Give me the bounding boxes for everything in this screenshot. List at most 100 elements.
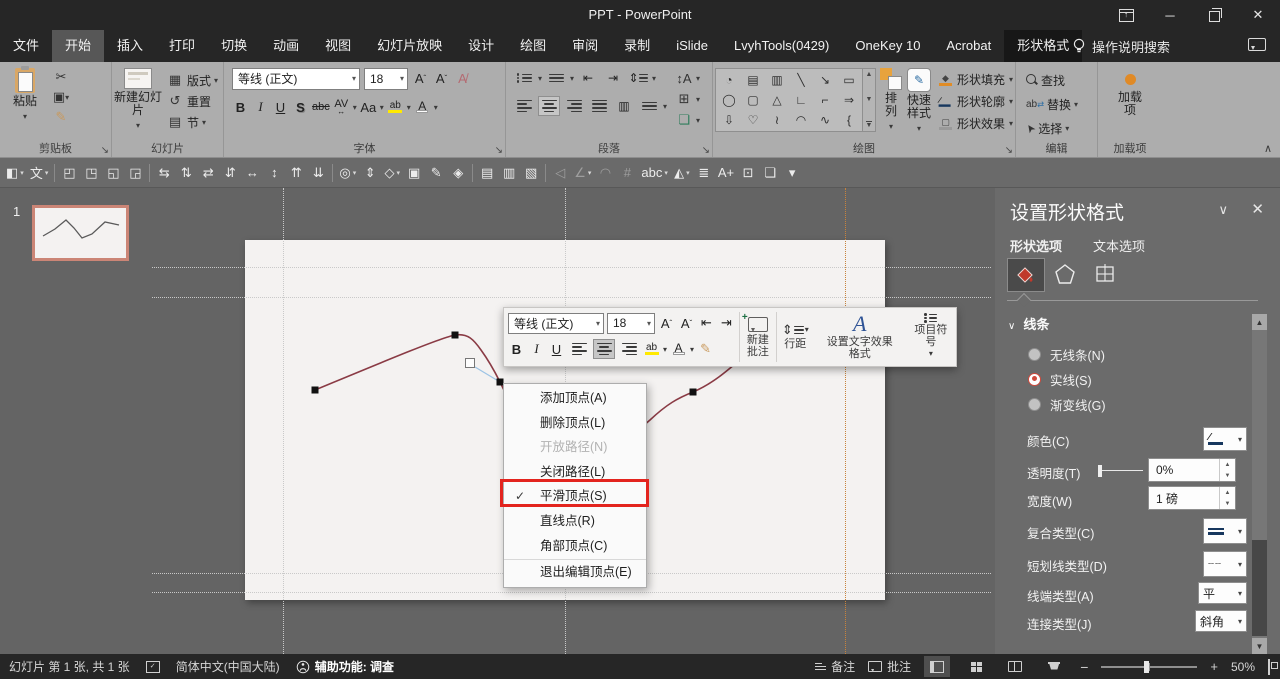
dash-type-button[interactable]: ┄┄▾	[1203, 551, 1247, 577]
menu-exit-edit-vertex[interactable]: 退出编辑顶点(E)	[504, 559, 646, 585]
collapse-ribbon-button[interactable]: ∧	[1264, 142, 1272, 155]
distribute-horizontal-icon[interactable]: ⇈	[288, 163, 304, 183]
tab-text-options[interactable]: 文本选项	[1093, 236, 1145, 255]
text-columns-button[interactable]	[638, 96, 660, 116]
paragraph-dialog-launcher[interactable]: ↘	[702, 145, 710, 156]
separator[interactable]	[332, 164, 333, 182]
language-status[interactable]: 简体中文(中国大陆)	[176, 658, 280, 675]
zoom-in-button[interactable]: +	[1210, 659, 1218, 674]
scroll-down-icon[interactable]: ▼	[1252, 638, 1267, 654]
menu-open-path[interactable]: 开放路径(N)	[504, 435, 646, 460]
width-value-box[interactable]: 1 磅 ▲▼	[1148, 486, 1236, 510]
size-properties-category-button[interactable]	[1093, 262, 1117, 289]
tab-home[interactable]: 开始	[52, 30, 104, 62]
mini-font-color-button[interactable]: A	[670, 339, 687, 359]
tab-slideshow[interactable]: 幻灯片放映	[364, 30, 455, 62]
separator[interactable]	[545, 164, 546, 182]
align-right-button[interactable]	[563, 96, 585, 116]
menu-corner-vertex[interactable]: 角部顶点(C)	[504, 534, 646, 559]
character-spacing-button[interactable]: AV↔	[333, 97, 350, 117]
minimize-button[interactable]: ─	[1148, 0, 1192, 30]
menu-add-vertex[interactable]: 添加顶点(A)	[504, 386, 646, 411]
mini-shrink-font-button[interactable]: Aˇ	[678, 313, 695, 333]
pane-scrollbar[interactable]: ▲ ▼	[1252, 314, 1267, 654]
restore-button[interactable]	[1192, 0, 1236, 30]
fit-to-window-button[interactable]	[1268, 660, 1270, 674]
tab-record[interactable]: 录制	[611, 30, 663, 62]
send-backward-icon[interactable]: ◳	[83, 163, 99, 183]
slide-sorter-view-button[interactable]	[963, 656, 989, 677]
comments-button[interactable]: 批注	[868, 658, 911, 675]
tab-shape-options[interactable]: 形状选项	[1010, 236, 1062, 255]
shrink-font-button[interactable]: Aˇ	[433, 69, 450, 89]
fill-line-category-button[interactable]	[1007, 258, 1045, 292]
copy-format-icon[interactable]: ▣	[406, 163, 422, 183]
strikethrough-button[interactable]: abc	[312, 97, 330, 117]
shape-textbox-vertical[interactable]: ▥	[771, 71, 782, 89]
font-size-combo[interactable]: 18▾	[364, 68, 408, 90]
accessibility-status[interactable]: 辅助功能: 调查	[296, 658, 394, 675]
swap-position-icon[interactable]: ⇄	[200, 163, 216, 183]
swap-horizontal-icon[interactable]: ⇆	[156, 163, 172, 183]
justify-button[interactable]	[588, 96, 610, 116]
layout-button[interactable]: ▦版式▾	[166, 70, 218, 90]
text-placeholder-icon[interactable]: ▤	[479, 163, 495, 183]
reroute-connector-icon[interactable]: ◠	[597, 163, 613, 183]
brush-icon[interactable]: ✎	[428, 163, 444, 183]
tab-insert[interactable]: 插入	[104, 30, 156, 62]
display-settings-icon[interactable]: ✓	[146, 661, 160, 673]
width-spinner[interactable]: ▲▼	[1219, 487, 1235, 509]
swap-vertical-icon[interactable]: ⇅	[178, 163, 194, 183]
notes-button[interactable]: 备注	[815, 658, 855, 675]
radio-solid-line[interactable]: 实线(S)	[1028, 370, 1092, 388]
resize-icon[interactable]: ⇕	[362, 163, 378, 183]
stretch-vertical-icon[interactable]: ↕	[266, 163, 282, 183]
snap-grid-icon[interactable]: #	[619, 163, 635, 183]
edit-shape-icon[interactable]: ◁	[552, 163, 568, 183]
clipboard-dialog-launcher[interactable]: ↘	[101, 145, 109, 156]
underline-button[interactable]: U	[272, 97, 289, 117]
mini-font-name-combo[interactable]: 等线 (正文)▾	[508, 313, 604, 334]
text-shadow-button[interactable]: S	[292, 97, 309, 117]
merge-shapes-icon[interactable]: ◎	[339, 163, 356, 183]
vertical-textbox-icon[interactable]: 文	[30, 163, 49, 183]
text-effects-button[interactable]: A 设置文字效果格式	[814, 308, 906, 366]
tab-animations[interactable]: 动画	[260, 30, 312, 62]
cap-type-button[interactable]: 平▾	[1198, 582, 1247, 604]
distribute-vertical-icon[interactable]: ⇊	[310, 163, 326, 183]
zoom-out-button[interactable]: −	[1080, 659, 1088, 675]
copy-icon[interactable]: ▣▾	[52, 88, 70, 106]
tab-islide[interactable]: iSlide	[663, 30, 721, 62]
clear-formatting-button[interactable]: A̸	[454, 69, 471, 89]
shape-rectangle[interactable]: ▭	[843, 71, 854, 89]
tab-review[interactable]: 审阅	[559, 30, 611, 62]
transparency-slider[interactable]	[1099, 470, 1143, 471]
paste-button[interactable]: 粘贴 ▾	[2, 66, 48, 142]
bold-button[interactable]: B	[232, 97, 249, 117]
addins-button[interactable]: 加载项	[1100, 66, 1160, 142]
slide-canvas[interactable]: 等线 (正文)▾ 18▾ Aˆ Aˇ ⇤ ⇥ B I U ab▾ A▾ ✎	[150, 188, 995, 654]
tab-transitions[interactable]: 切换	[208, 30, 260, 62]
zoom-slider-thumb[interactable]	[1144, 661, 1149, 673]
shape-elbow[interactable]: ∟	[795, 91, 807, 109]
cut-icon[interactable]: ✂	[52, 68, 70, 86]
menu-delete-vertex[interactable]: 删除顶点(L)	[504, 411, 646, 436]
tab-view[interactable]: 视图	[312, 30, 364, 62]
zoom-percentage[interactable]: 50%	[1231, 660, 1255, 674]
shape-fill-button[interactable]: ◆形状填充▾	[938, 69, 1013, 90]
tab-draw[interactable]: 绘图	[507, 30, 559, 62]
format-painter-icon[interactable]: ✎	[52, 108, 70, 126]
shape-heart[interactable]: ♡	[748, 111, 759, 129]
align-text-button[interactable]: ⊞▾	[675, 89, 700, 109]
mini-highlight-button[interactable]: ab	[643, 339, 660, 359]
shapes-gallery-icon[interactable]: ◇	[384, 163, 400, 183]
align-left-button[interactable]	[513, 96, 535, 116]
change-case-button[interactable]: Aa	[360, 97, 377, 117]
select-button[interactable]: ➤选择▾	[1026, 118, 1078, 138]
separator[interactable]	[472, 164, 473, 182]
shape-curve[interactable]: ∿	[820, 111, 830, 129]
pane-chevron-down-icon[interactable]: ∨	[1218, 202, 1228, 218]
rotate-objects-icon[interactable]: ⇵	[222, 163, 238, 183]
spelling-icon[interactable]: abc	[641, 163, 667, 183]
convert-smartart-button[interactable]: ❏▾	[675, 110, 700, 130]
